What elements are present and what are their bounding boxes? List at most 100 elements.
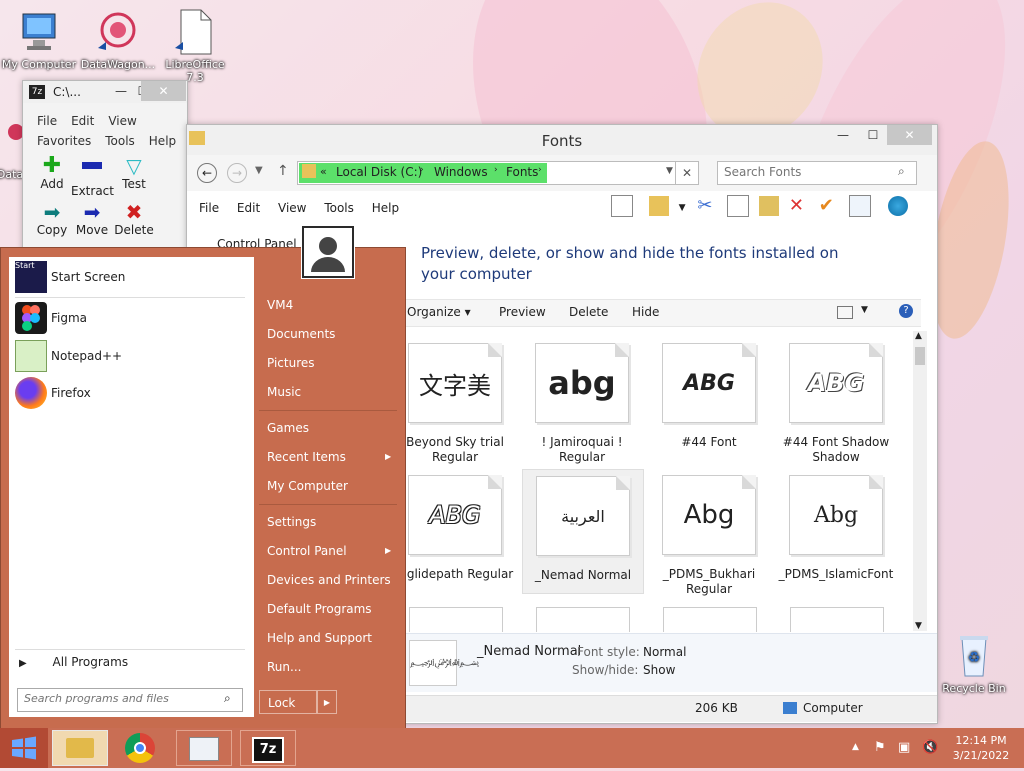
help-icon[interactable]: ? bbox=[899, 304, 913, 318]
extract-button[interactable]: Extract bbox=[71, 155, 114, 198]
taskbar-explorer[interactable] bbox=[52, 730, 108, 766]
start-search-input[interactable] bbox=[22, 691, 222, 706]
clear-address-button[interactable]: ✕ bbox=[675, 161, 699, 185]
address-dropdown-icon[interactable]: ▼ bbox=[666, 166, 673, 176]
up-button[interactable]: ↑ bbox=[277, 163, 289, 179]
cut-icon[interactable]: ✂ bbox=[697, 196, 717, 216]
menu-tools[interactable]: Tools bbox=[105, 134, 135, 148]
menu-edit[interactable]: Edit bbox=[237, 201, 260, 215]
taskbar-monitor[interactable] bbox=[176, 730, 232, 766]
chevron-down-icon[interactable]: ▼ bbox=[861, 305, 868, 315]
search-input[interactable] bbox=[722, 164, 896, 180]
desktop-icon-label: Recycle Bin bbox=[942, 682, 1006, 695]
delete-x-icon: ✖ bbox=[125, 200, 143, 224]
volume-muted-icon[interactable]: 🔇 bbox=[922, 740, 938, 755]
start-link-devices-printers[interactable]: Devices and Printers bbox=[267, 573, 391, 587]
close-button[interactable]: ✕ bbox=[887, 125, 932, 145]
start-button[interactable] bbox=[0, 728, 48, 768]
layout-icon[interactable] bbox=[611, 195, 633, 217]
start-link-music[interactable]: Music bbox=[267, 385, 301, 399]
desktop-icon-libreoffice[interactable]: LibreOffice 7.3 bbox=[157, 8, 233, 84]
back-button[interactable]: ← bbox=[197, 163, 217, 183]
zip-titlebar[interactable]: 7z C:\... — ☐ ✕ bbox=[23, 81, 187, 103]
start-link-games[interactable]: Games bbox=[267, 421, 309, 435]
forward-button[interactable]: → bbox=[227, 163, 247, 183]
start-link-help-support[interactable]: Help and Support bbox=[267, 631, 372, 645]
start-item-figma[interactable]: Figma bbox=[15, 302, 87, 334]
start-link-my-computer[interactable]: My Computer bbox=[267, 479, 348, 493]
start-link-settings[interactable]: Settings bbox=[267, 515, 316, 529]
lock-button[interactable]: Lock bbox=[259, 690, 317, 714]
close-button[interactable]: ✕ bbox=[141, 81, 186, 101]
move-button[interactable]: ➡ Move bbox=[71, 201, 113, 237]
menu-favorites[interactable]: Favorites bbox=[37, 134, 91, 148]
copy-icon[interactable] bbox=[727, 195, 750, 217]
network-icon[interactable]: ▣ bbox=[898, 740, 910, 755]
start-link-vm4[interactable]: VM4 bbox=[267, 298, 293, 312]
address-segment[interactable]: Fonts bbox=[506, 165, 538, 179]
menu-help[interactable]: Help bbox=[372, 201, 399, 215]
desktop-icon-datawagon[interactable]: DataWagon... bbox=[80, 8, 156, 71]
menu-tools[interactable]: Tools bbox=[324, 201, 354, 215]
menu-file[interactable]: File bbox=[199, 201, 219, 215]
delete-icon[interactable]: ✕ bbox=[789, 196, 809, 216]
fonts-titlebar[interactable]: Fonts — ☐ ✕ bbox=[187, 125, 937, 155]
start-link-documents[interactable]: Documents bbox=[267, 327, 335, 341]
organize-button[interactable]: Organize ▾ bbox=[407, 305, 471, 319]
minimize-button[interactable]: — bbox=[829, 125, 857, 145]
font-tile[interactable]: 文字美 Beyond Sky trial Regular bbox=[395, 343, 515, 465]
view-icon[interactable] bbox=[837, 306, 853, 319]
start-item-firefox[interactable]: Firefox bbox=[15, 377, 91, 409]
start-search-box[interactable]: ⌕ bbox=[17, 688, 243, 712]
menu-file[interactable]: File bbox=[37, 114, 57, 128]
folder-options-icon[interactable] bbox=[648, 196, 669, 216]
menu-help[interactable]: Help bbox=[149, 134, 176, 148]
font-tile-selected[interactable]: ﺍﻟﻌﺮﺑﻴﺔ _Nemad Normal bbox=[522, 469, 644, 594]
show-hidden-icons-button[interactable]: ▲ bbox=[852, 742, 859, 752]
scrollbar[interactable]: ▲ ▼ bbox=[913, 331, 927, 631]
font-tile[interactable]: Abg _PDMS_Bukhari Regular bbox=[649, 475, 769, 597]
address-segment[interactable]: Local Disk (C:) bbox=[336, 165, 422, 179]
copy-button[interactable]: ➡ Copy bbox=[31, 201, 73, 237]
hide-button[interactable]: Hide bbox=[632, 305, 659, 319]
lock-options-arrow-icon[interactable]: ▶ bbox=[317, 690, 337, 714]
start-item-start-screen[interactable]: Start Start Screen bbox=[15, 261, 125, 293]
address-segment[interactable]: Windows bbox=[434, 165, 488, 179]
menu-view[interactable]: View bbox=[278, 201, 306, 215]
action-center-flag-icon[interactable]: ⚑ bbox=[874, 740, 886, 755]
paste-icon[interactable] bbox=[759, 196, 780, 216]
recent-pages-chevron-icon[interactable]: ▼ bbox=[255, 165, 263, 176]
user-avatar[interactable] bbox=[301, 225, 355, 279]
font-tile[interactable]: ABG #44 Font Shadow Shadow bbox=[776, 343, 896, 465]
globe-icon[interactable] bbox=[888, 196, 909, 216]
font-tile[interactable]: ABG #glidepath Regular bbox=[395, 475, 515, 582]
menu-edit[interactable]: Edit bbox=[71, 114, 94, 128]
desktop-icon-recycle-bin[interactable]: ♻ Recycle Bin bbox=[936, 632, 1012, 695]
start-link-pictures[interactable]: Pictures bbox=[267, 356, 315, 370]
search-box[interactable]: ⌕ bbox=[717, 161, 917, 185]
start-link-control-panel[interactable]: Control Panel bbox=[267, 544, 347, 558]
add-button[interactable]: ✚ Add bbox=[31, 155, 73, 192]
start-item-notepadpp[interactable]: Notepad++ bbox=[15, 340, 122, 372]
maximize-button[interactable]: ☐ bbox=[859, 125, 887, 145]
delete-button[interactable]: ✖ Delete bbox=[113, 201, 155, 237]
menu-view[interactable]: View bbox=[108, 114, 136, 128]
delete-font-button[interactable]: Delete bbox=[569, 305, 608, 319]
font-tile[interactable]: ABG #44 Font bbox=[649, 343, 769, 450]
checkmark-icon[interactable]: ✔ bbox=[819, 196, 839, 216]
test-button[interactable]: ▽ Test bbox=[113, 155, 155, 191]
taskbar-7zip[interactable]: 7z bbox=[240, 730, 296, 766]
address-bar[interactable]: « Local Disk (C:) › Windows › Fonts › ▼ bbox=[297, 161, 699, 185]
start-link-default-programs[interactable]: Default Programs bbox=[267, 602, 372, 616]
all-programs-button[interactable]: ▶ All Programs bbox=[19, 655, 128, 669]
font-tile[interactable]: Abg _PDMS_IslamicFont bbox=[776, 475, 896, 582]
preview-button[interactable]: Preview bbox=[499, 305, 546, 319]
desktop-icon-my-computer[interactable]: My Computer bbox=[1, 8, 77, 71]
start-link-run[interactable]: Run... bbox=[267, 660, 301, 674]
clock[interactable]: 12:14 PM 3/21/2022 bbox=[946, 733, 1016, 763]
start-link-recent-items[interactable]: Recent Items bbox=[267, 450, 346, 464]
properties-icon[interactable] bbox=[848, 195, 871, 217]
chevron-down-icon[interactable]: ▼ bbox=[679, 203, 686, 213]
font-tile[interactable]: abg ! Jamiroquai ! Regular bbox=[522, 343, 642, 465]
taskbar-chrome[interactable] bbox=[112, 730, 168, 766]
